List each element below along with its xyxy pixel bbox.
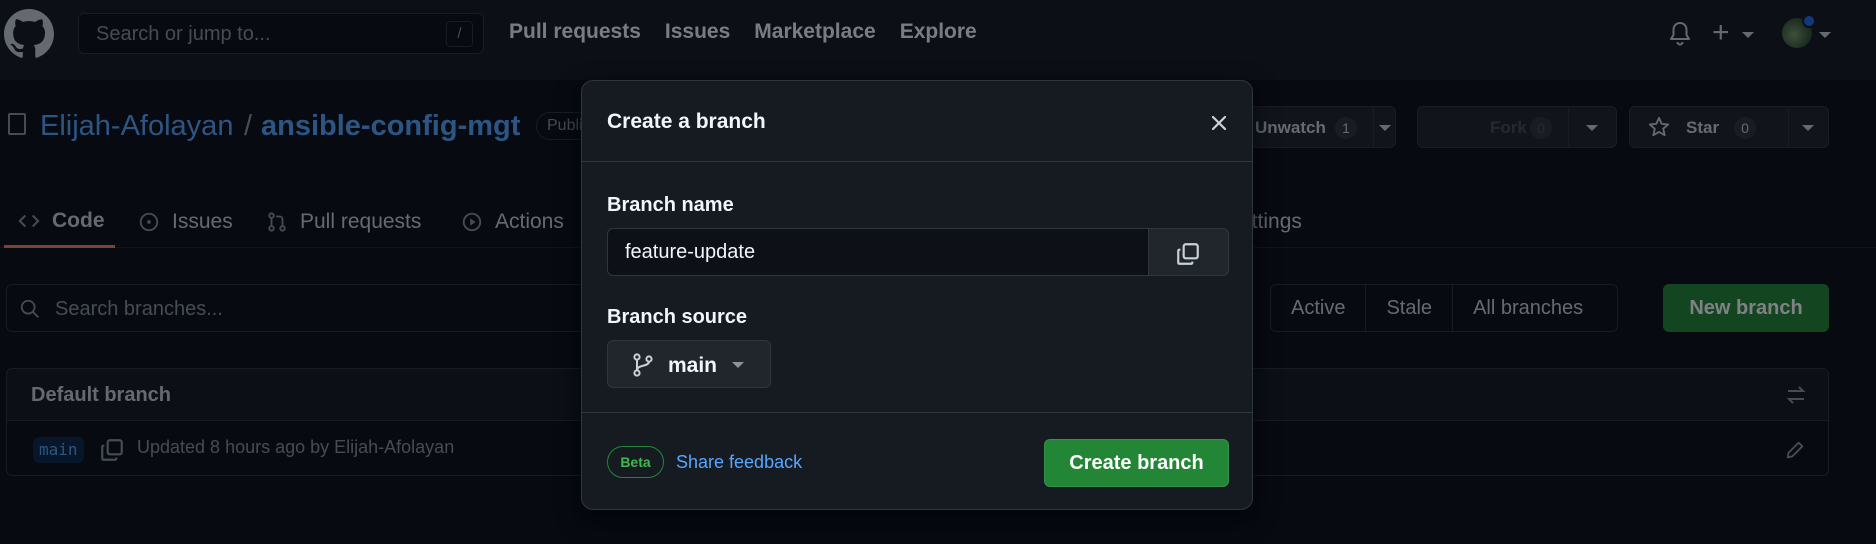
share-feedback-link[interactable]: Share feedback — [676, 452, 802, 473]
divider — [582, 412, 1252, 413]
branch-source-select[interactable]: main — [607, 340, 771, 388]
create-branch-dialog: Create a branch Branch name feature-upda… — [581, 80, 1253, 510]
beta-badge: Beta — [607, 446, 664, 478]
branch-source-label: Branch source — [607, 306, 748, 328]
branch-name-label: Branch name — [607, 194, 734, 216]
branch-name-input[interactable]: feature-update — [607, 228, 1148, 276]
copy-branch-name-button[interactable] — [1148, 228, 1229, 276]
copy-icon — [1177, 243, 1199, 265]
dialog-title: Create a branch — [607, 110, 766, 133]
branch-source-value: main — [668, 354, 718, 377]
chevron-down-icon — [732, 362, 744, 368]
git-branch-icon — [633, 353, 653, 377]
create-branch-button[interactable]: Create branch — [1044, 439, 1229, 487]
close-icon[interactable] — [1207, 111, 1231, 135]
dialog-header: Create a branch — [582, 81, 1252, 162]
